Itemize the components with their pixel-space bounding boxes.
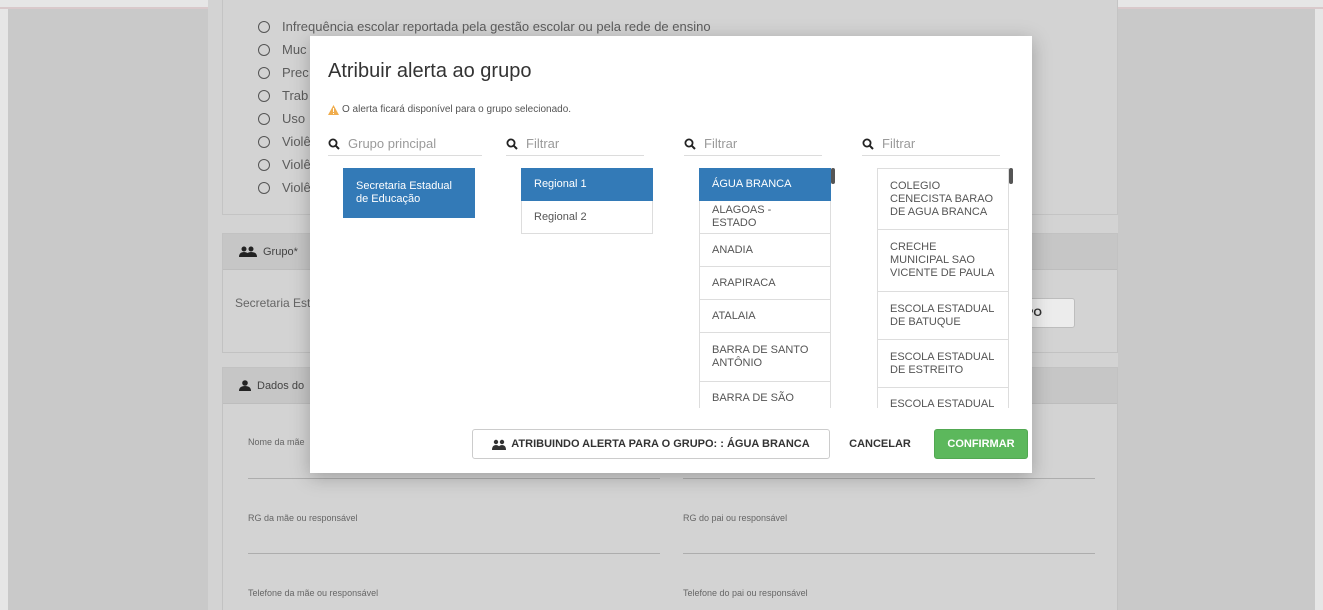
selected-group-text: ATRIBUINDO ALERTA PARA O GRUPO: : ÁGUA B… [511,438,810,450]
group-column-3: ÁGUA BRANCA ALAGOAS - ESTADO ANADIA ARAP… [684,132,835,408]
users-icon [492,439,507,450]
group-list: Regional 1 Regional 2 [521,168,653,234]
radio-circle-icon[interactable] [258,181,270,194]
modal-warning: O alerta ficará disponível para o grupo … [328,104,571,115]
group-search-2[interactable] [506,132,644,156]
group-list-item[interactable]: Regional 2 [521,201,653,234]
radio-circle-icon[interactable] [258,135,270,148]
radio-circle-icon[interactable] [258,112,270,125]
telefone-mae-label: Telefone da mãe ou responsável [248,588,379,598]
radio-circle-icon[interactable] [258,43,270,56]
rg-mae-label: RG da mãe ou responsável [248,513,358,523]
group-list-item[interactable]: ALAGOAS - ESTADO [699,201,831,234]
grupo-panel-title: Grupo* [263,245,298,258]
scrollbar[interactable] [1009,168,1013,184]
radio-option-label: Uso [282,111,306,126]
group-list-item[interactable]: ANADIA [699,234,831,267]
radio-circle-icon[interactable] [258,66,270,79]
group-list-item[interactable]: BARRA DE SÃO [699,382,831,408]
group-search-input[interactable] [348,136,458,151]
user-icon [239,380,251,391]
group-list-item[interactable]: ESCOLA ESTADUAL [877,388,1009,408]
group-column-2: Regional 1 Regional 2 [506,132,653,234]
warning-text: O alerta ficará disponível para o grupo … [342,104,572,115]
nome-pai-field[interactable] [683,478,1095,479]
dados-panel-title: Dados do [257,379,305,392]
group-list-item[interactable]: COLEGIO CENECISTA BARAO DE AGUA BRANCA [877,168,1009,230]
group-search-input[interactable] [704,136,814,151]
radio-option[interactable]: Infrequência escolar reportada pela gest… [258,15,711,38]
selected-group-button[interactable]: ATRIBUINDO ALERTA PARA O GRUPO: : ÁGUA B… [472,429,830,459]
search-icon [684,138,698,150]
group-search-4[interactable] [862,132,1000,156]
group-search-input[interactable] [882,136,992,151]
radio-circle-icon[interactable] [258,89,270,102]
modal-title: Atribuir alerta ao grupo [328,60,532,82]
rg-pai-field[interactable] [683,553,1095,554]
group-list-item[interactable]: CRECHE MUNICIPAL SAO VICENTE DE PAULA [877,230,1009,292]
group-list: Secretaria Estadual de Educação [343,168,475,218]
warning-icon [328,104,339,115]
rg-mae-field[interactable] [248,553,660,554]
group-list-item[interactable]: ÁGUA BRANCA [699,168,831,201]
radio-option-label: Violê [282,157,311,172]
group-search-input[interactable] [526,136,636,151]
grupo-selected-value: Secretaria Est [235,296,311,310]
group-list-item[interactable]: ESCOLA ESTADUAL DE BATUQUE [877,292,1009,340]
group-list-item[interactable]: Regional 1 [521,168,653,201]
radio-option-label: Trab [282,88,309,103]
radio-option-label: Prec [282,65,309,80]
group-list-item[interactable]: Secretaria Estadual de Educação [343,168,475,218]
group-list-item[interactable]: ARAPIRACA [699,267,831,300]
cancel-button[interactable]: CANCELAR [838,429,922,459]
telefone-pai-label: Telefone do pai ou responsável [683,588,808,598]
search-icon [506,138,520,150]
scrollbar[interactable] [831,168,835,184]
group-column-4: COLEGIO CENECISTA BARAO DE AGUA BRANCA C… [862,132,1013,408]
radio-option-label: Violê [282,134,311,149]
search-icon [328,138,342,150]
radio-circle-icon[interactable] [258,158,270,171]
group-search-1[interactable] [328,132,482,156]
search-icon [862,138,876,150]
atribuir-alerta-modal: Atribuir alerta ao grupo O alerta ficará… [310,36,1032,473]
confirm-button[interactable]: CONFIRMAR [934,429,1028,459]
group-list-item[interactable]: ATALAIA [699,300,831,333]
group-column-1: Secretaria Estadual de Educação [328,132,482,218]
nome-mae-label: Nome da mãe [248,437,305,447]
rg-pai-label: RG do pai ou responsável [683,513,788,523]
radio-option-label: Muc [282,42,307,57]
nome-mae-field[interactable] [248,478,660,479]
radio-circle-icon[interactable] [258,20,270,33]
municipio-list[interactable]: ÁGUA BRANCA ALAGOAS - ESTADO ANADIA ARAP… [699,168,831,408]
users-icon [239,246,257,257]
group-list-item[interactable]: BARRA DE SANTO ANTÔNIO [699,333,831,382]
escola-list[interactable]: COLEGIO CENECISTA BARAO DE AGUA BRANCA C… [877,168,1009,408]
radio-option-label: Violê [282,180,311,195]
group-list-item[interactable]: ESCOLA ESTADUAL DE ESTREITO [877,340,1009,388]
group-search-3[interactable] [684,132,822,156]
radio-option-label: Infrequência escolar reportada pela gest… [282,19,711,34]
